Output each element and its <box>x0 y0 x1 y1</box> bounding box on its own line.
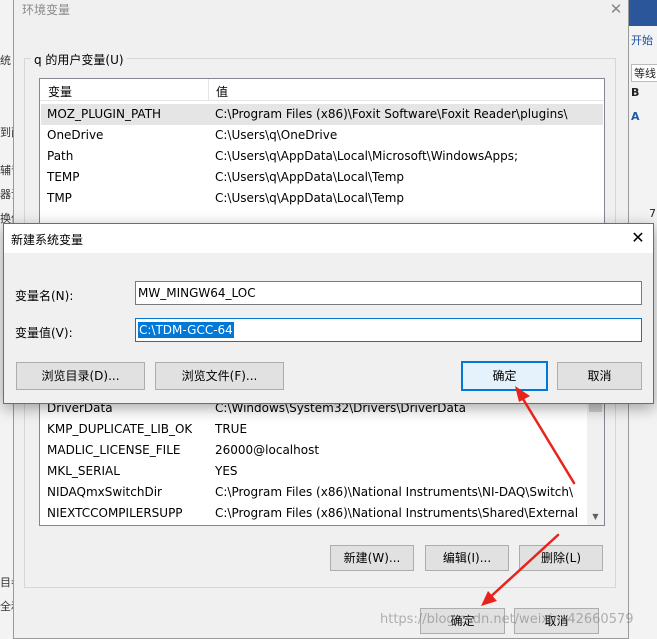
table-row[interactable]: MKL_SERIAL YES <box>41 461 586 482</box>
var-value: YES <box>215 464 238 478</box>
watermark: https://blog.csdn.net/weixin_42660579 <box>380 612 634 627</box>
user-variables-list[interactable]: 变量 值 MOZ_PLUGIN_PATH C:\Program Files (x… <box>39 78 605 228</box>
table-row[interactable]: OneDrive C:\Users\q\OneDrive <box>41 125 603 146</box>
variable-name-label: 变量名(N): <box>15 289 74 303</box>
dialog-title: 环境变量 <box>22 3 71 17</box>
variable-value-label: 变量值(V): <box>15 326 73 340</box>
bg-ribbon-bar <box>629 0 657 26</box>
font-color-icon[interactable]: A <box>631 110 640 123</box>
table-row[interactable]: KMP_DUPLICATE_LIB_OK TRUE <box>41 419 586 440</box>
var-name: MKL_SERIAL <box>47 464 120 478</box>
bg-font-box[interactable]: 等线 <box>631 64 657 82</box>
close-icon[interactable]: ✕ <box>626 227 650 249</box>
scroll-down-icon[interactable]: ▼ <box>587 508 604 525</box>
var-name: OneDrive <box>47 128 104 142</box>
table-row[interactable]: MADLIC_LICENSE_FILE 26000@localhost <box>41 440 586 461</box>
column-header-variable[interactable]: 变量 <box>48 83 72 100</box>
var-name: TMP <box>47 191 72 205</box>
delete-variable-button[interactable]: 删除(L) <box>519 545 603 571</box>
browse-file-button[interactable]: 浏览文件(F)... <box>155 362 284 390</box>
modal-title: 新建系统变量 <box>11 233 84 247</box>
var-name: MOZ_PLUGIN_PATH <box>47 107 162 121</box>
var-value: C:\Users\q\AppData\Local\Temp <box>215 170 405 184</box>
var-value: C:\Users\q\AppData\Local\Temp <box>215 191 405 205</box>
table-row[interactable]: TMP C:\Users\q\AppData\Local\Temp <box>41 188 603 209</box>
bold-icon[interactable]: B <box>631 86 639 99</box>
var-value: C:\Program Files (x86)\National Instrume… <box>215 485 574 499</box>
table-row[interactable]: NIDAQmxSwitchDir C:\Program Files (x86)\… <box>41 482 586 503</box>
var-value: 26000@localhost <box>215 443 320 457</box>
bg-digit: 7 <box>649 207 656 220</box>
system-variables-list[interactable]: DriverData C:\Windows\System32\Drivers\D… <box>39 390 605 526</box>
var-name: KMP_DUPLICATE_LIB_OK <box>47 422 193 436</box>
var-name: TEMP <box>47 170 80 184</box>
var-value: TRUE <box>215 422 248 436</box>
var-value: C:\Program Files (x86)\Foxit Software\Fo… <box>215 107 568 121</box>
list-header: 变量 值 <box>40 79 604 101</box>
modal-ok-button[interactable]: 确定 <box>461 361 548 391</box>
vertical-scrollbar[interactable]: ▼ <box>587 390 604 525</box>
bg-start-tab[interactable]: 开始 <box>631 32 653 48</box>
modal-cancel-button[interactable]: 取消 <box>557 362 642 390</box>
var-value: C:\Users\q\OneDrive <box>215 128 338 142</box>
bg-left-fragment: 统 <box>0 54 11 67</box>
user-variables-label: q 的用户变量(U) <box>31 51 127 68</box>
table-row[interactable]: MOZ_PLUGIN_PATH C:\Program Files (x86)\F… <box>41 104 603 125</box>
close-icon[interactable]: ✕ <box>606 0 626 20</box>
table-row[interactable]: NIEXTCCOMPILERSUPP C:\Program Files (x86… <box>41 503 586 524</box>
column-header-value[interactable]: 值 <box>216 83 228 100</box>
variable-name-value: MW_MINGW64_LOC <box>138 286 256 300</box>
modal-titlebar[interactable]: 新建系统变量 ✕ <box>4 224 653 253</box>
table-row[interactable]: Path C:\Users\q\AppData\Local\Microsoft\… <box>41 146 603 167</box>
var-value: C:\Users\q\AppData\Local\Microsoft\Windo… <box>215 149 519 163</box>
var-name: NIEXTCCOMPILERSUPP <box>47 506 183 520</box>
var-name: Path <box>47 149 74 163</box>
variable-value-selected-text: C:\TDM-GCC-64 <box>138 322 234 338</box>
var-name: MADLIC_LICENSE_FILE <box>47 443 181 457</box>
variable-value-input[interactable]: C:\TDM-GCC-64 <box>135 318 642 342</box>
new-system-variable-dialog: 新建系统变量 ✕ 变量名(N): MW_MINGW64_LOC 变量值(V): … <box>3 223 654 404</box>
browse-directory-button[interactable]: 浏览目录(D)... <box>16 362 145 390</box>
new-variable-button[interactable]: 新建(W)... <box>330 545 414 571</box>
var-value: C:\Program Files (x86)\National Instrume… <box>215 506 577 520</box>
variable-name-input[interactable]: MW_MINGW64_LOC <box>135 281 642 305</box>
edit-variable-button[interactable]: 编辑(I)... <box>425 545 509 571</box>
var-name: NIDAQmxSwitchDir <box>47 485 162 499</box>
table-row[interactable]: TEMP C:\Users\q\AppData\Local\Temp <box>41 167 603 188</box>
